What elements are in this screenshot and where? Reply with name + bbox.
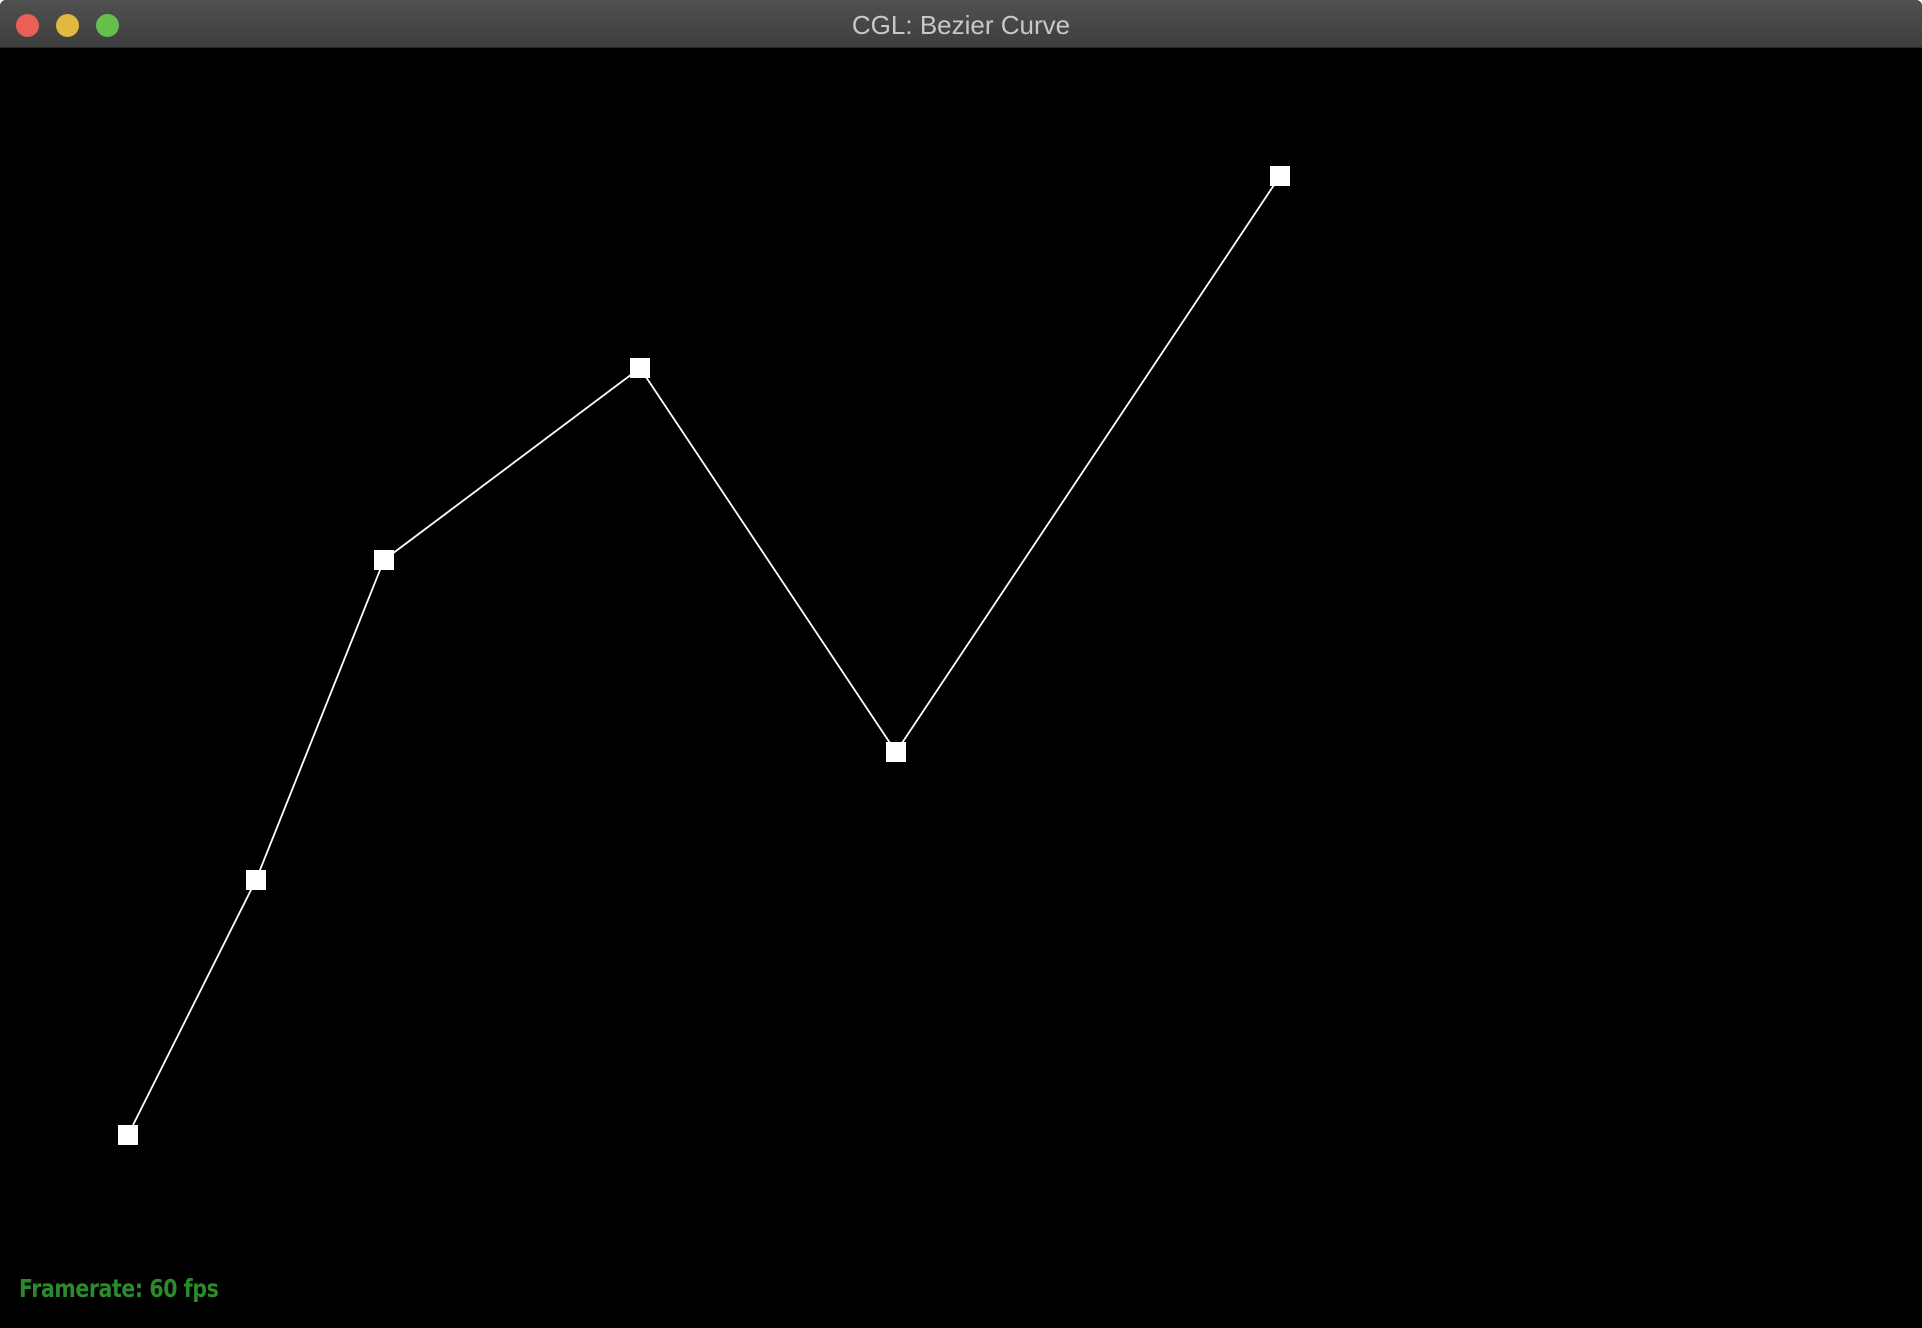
window-title: CGL: Bezier Curve (851, 10, 1071, 40)
control-point[interactable] (886, 742, 906, 762)
render-canvas[interactable] (0, 48, 1922, 1328)
control-point[interactable] (374, 550, 394, 570)
framerate-label: Framerate: 60 fps (19, 1274, 219, 1303)
canvas-background (0, 48, 1922, 1328)
control-point[interactable] (630, 358, 650, 378)
control-point[interactable] (1270, 166, 1290, 186)
control-point[interactable] (246, 870, 266, 890)
title-bar[interactable]: CGL: Bezier Curve (0, 0, 1922, 48)
app-window: CGL: Bezier Curve Framerate: 60 fps (0, 0, 1922, 1328)
control-point[interactable] (118, 1125, 138, 1145)
